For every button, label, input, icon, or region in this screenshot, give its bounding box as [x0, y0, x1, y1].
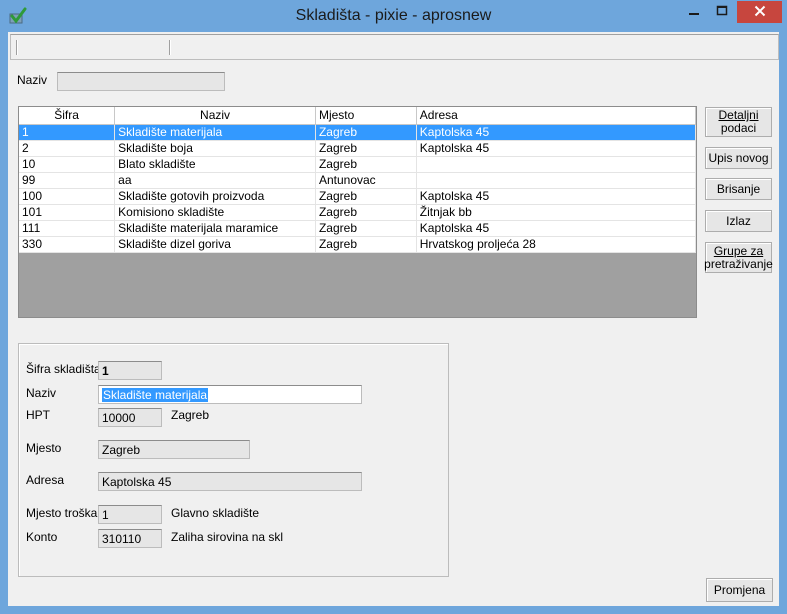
column-header-sifra[interactable]: Šifra: [19, 107, 116, 125]
detail-hpt-field[interactable]: 10000: [98, 408, 162, 427]
cell-mjesto: Zagreb: [315, 220, 417, 237]
column-header-mjesto[interactable]: Mjesto: [315, 107, 417, 125]
detalji-podaci-button[interactable]: Detaljni podaci: [705, 107, 772, 137]
detail-sifra-label: Šifra skladišta: [26, 362, 101, 376]
close-icon: [754, 5, 766, 20]
minimize-icon: [688, 5, 700, 20]
cell-mjesto: Zagreb: [315, 204, 417, 221]
promjena-button[interactable]: Promjena: [706, 578, 773, 602]
cell-naziv: Skladište dizel goriva: [114, 236, 316, 253]
minimize-button[interactable]: [680, 1, 708, 23]
table-header-row: Šifra Naziv Mjesto Adresa: [19, 107, 696, 125]
cell-sifra: 1: [19, 124, 116, 141]
maximize-icon: [716, 5, 728, 20]
detail-hpt-city: Zagreb: [171, 408, 210, 422]
cell-adresa: Žitnjak bb: [416, 204, 696, 221]
table-row[interactable]: 100 Skladište gotovih proizvoda Zagreb K…: [19, 188, 696, 205]
grupe-label-line2: pretraživanje: [704, 256, 773, 271]
cell-sifra: 111: [19, 220, 116, 237]
status-bar-separator: [16, 40, 18, 55]
cell-naziv: Skladište boja: [114, 140, 316, 157]
cell-adresa: Hrvatskog proljeća 28: [416, 236, 696, 253]
detail-adresa-field[interactable]: Kaptolska 45: [98, 472, 362, 491]
detail-naziv-input[interactable]: Skladište materijala: [98, 385, 362, 404]
title-bar[interactable]: Skladišta - pixie - aprosnew: [0, 0, 787, 32]
brisanje-button[interactable]: Brisanje: [705, 178, 772, 200]
detail-mjesto-troska-label: Mjesto troška: [26, 506, 98, 520]
cell-mjesto: Zagreb: [315, 124, 417, 141]
cell-sifra: 10: [19, 156, 116, 173]
status-bar-separator: [169, 40, 171, 55]
table-row[interactable]: 330 Skladište dizel goriva Zagreb Hrvats…: [19, 236, 696, 253]
table-row[interactable]: 101 Komisiono skladište Zagreb Žitnjak b…: [19, 204, 696, 221]
detail-adresa-label: Adresa: [26, 473, 65, 487]
cell-sifra: 101: [19, 204, 116, 221]
detail-naziv-selected-text: Skladište materijala: [102, 388, 209, 402]
table-row[interactable]: 10 Blato skladište Zagreb: [19, 156, 696, 173]
cell-adresa: Kaptolska 45: [416, 220, 696, 237]
maximize-button[interactable]: [708, 1, 736, 23]
cell-adresa: Kaptolska 45: [416, 124, 696, 141]
status-bar: [10, 34, 779, 60]
table-row[interactable]: 99 aa Antunovac: [19, 172, 696, 189]
detail-mjesto-troska-field[interactable]: 1: [98, 505, 162, 524]
detail-konto-field[interactable]: 310110: [98, 529, 162, 548]
cell-mjesto: Zagreb: [315, 140, 417, 157]
cell-sifra: 2: [19, 140, 116, 157]
detail-sifra-field[interactable]: 1: [98, 361, 162, 380]
table-row[interactable]: 1 Skladište materijala Zagreb Kaptolska …: [19, 124, 696, 141]
cell-adresa: Kaptolska 45: [416, 188, 696, 205]
cell-adresa: Kaptolska 45: [416, 140, 696, 157]
table-row[interactable]: 2 Skladište boja Zagreb Kaptolska 45: [19, 140, 696, 157]
cell-mjesto: Zagreb: [315, 236, 417, 253]
grupe-label-line1: Grupe za: [713, 243, 764, 258]
detail-mjesto-troska-name: Glavno skladište: [171, 506, 260, 520]
close-button[interactable]: [737, 1, 782, 23]
cell-naziv: Komisiono skladište: [114, 204, 316, 221]
cell-naziv: Skladište materijala maramice: [114, 220, 316, 237]
app-window: Skladišta - pixie - aprosnew Naziv Šifra…: [0, 0, 787, 614]
cell-sifra: 100: [19, 188, 116, 205]
table-row[interactable]: 111 Skladište materijala maramice Zagreb…: [19, 220, 696, 237]
upis-novog-button[interactable]: Upis novog: [705, 147, 772, 169]
cell-sifra: 330: [19, 236, 116, 253]
filter-naziv-label: Naziv: [17, 73, 48, 87]
detail-konto-label: Konto: [26, 530, 58, 544]
detalji-label-line2: podaci: [720, 121, 757, 135]
cell-naziv: Skladište materijala: [114, 124, 316, 141]
column-header-adresa[interactable]: Adresa: [416, 107, 696, 125]
izlaz-button[interactable]: Izlaz: [705, 210, 772, 232]
detail-groupbox: Šifra skladišta 1 Naziv Skladište materi…: [18, 343, 449, 577]
column-header-naziv[interactable]: Naziv: [114, 107, 316, 125]
detail-konto-name: Zaliha sirovina na skl: [171, 530, 284, 544]
window-title: Skladišta - pixie - aprosnew: [295, 7, 492, 24]
client-area: Naziv Šifra Naziv Mjesto Adresa 1 Skladi…: [8, 32, 779, 606]
cell-adresa: [416, 172, 696, 189]
detail-hpt-label: HPT: [26, 408, 50, 422]
filter-naziv-input[interactable]: [57, 72, 225, 91]
detail-mjesto-label: Mjesto: [26, 441, 62, 455]
cell-mjesto: Zagreb: [315, 188, 417, 205]
cell-adresa: [416, 156, 696, 173]
cell-naziv: Skladište gotovih proizvoda: [114, 188, 316, 205]
cell-sifra: 99: [19, 172, 116, 189]
cell-mjesto: Antunovac: [315, 172, 417, 189]
warehouse-table: Šifra Naziv Mjesto Adresa 1 Skladište ma…: [19, 107, 696, 253]
detail-mjesto-field[interactable]: Zagreb: [98, 440, 250, 459]
cell-naziv: aa: [114, 172, 316, 189]
warehouse-grid[interactable]: Šifra Naziv Mjesto Adresa 1 Skladište ma…: [18, 106, 697, 318]
cell-mjesto: Zagreb: [315, 156, 417, 173]
detail-naziv-label: Naziv: [26, 386, 57, 400]
grupe-za-pretrazivanje-button[interactable]: Grupe za pretraživanje: [704, 242, 773, 273]
cell-naziv: Blato skladište: [114, 156, 316, 173]
